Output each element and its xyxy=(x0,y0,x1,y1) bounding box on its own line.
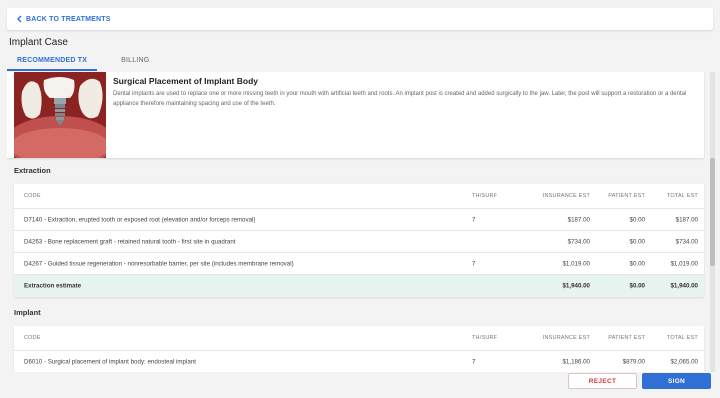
insurance-estimate: $1,019.00 xyxy=(562,260,590,267)
extraction-estimate-row: Extraction estimate $1,940.00 $0.00 $1,9… xyxy=(14,275,704,297)
table-row[interactable]: D6010 - Surgical placement of implant bo… xyxy=(14,351,704,372)
table-row[interactable]: D7140 - Extraction, erupted tooth or exp… xyxy=(14,209,704,231)
insurance-estimate: $734.00 xyxy=(567,238,590,245)
implant-illustration xyxy=(14,72,106,158)
tooth-surface: 7 xyxy=(472,358,476,365)
reject-button[interactable]: REJECT xyxy=(568,373,637,389)
column-header-th-surf: TH/SURF xyxy=(472,335,498,341)
column-header-th-surf: TH/SURF xyxy=(472,193,498,199)
tooth-surface: 7 xyxy=(472,216,476,223)
extraction-section-title: Extraction xyxy=(14,166,51,175)
implant-section-title: Implant xyxy=(14,308,41,317)
estimate-insurance: $1,940.00 xyxy=(562,282,590,290)
table-row[interactable]: D4267 - Guided tissue regeneration - non… xyxy=(14,253,704,275)
scrollbar-thumb[interactable] xyxy=(710,158,715,266)
tab-bar: RECOMMENDED TX BILLING xyxy=(7,53,159,71)
patient-estimate: $0.00 xyxy=(629,216,645,223)
column-header-code: CODE xyxy=(24,335,41,341)
patient-estimate: $0.00 xyxy=(629,238,645,245)
page-title: Implant Case xyxy=(9,37,68,48)
tooth-surface: 7 xyxy=(472,260,476,267)
total-estimate: $734.00 xyxy=(675,238,698,245)
column-header-total-est: TOTAL EST xyxy=(666,335,698,341)
procedure-code: D4267 - Guided tissue regeneration - non… xyxy=(24,260,294,267)
insurance-estimate: $1,186.00 xyxy=(562,358,590,365)
column-header-total-est: TOTAL EST xyxy=(666,193,698,199)
tab-recommended-tx[interactable]: RECOMMENDED TX xyxy=(7,53,98,71)
sign-button[interactable]: SIGN xyxy=(642,373,711,389)
back-to-treatments-link[interactable]: BACK TO TREATMENTS xyxy=(16,15,111,23)
column-header-patient-est: PATIENT EST xyxy=(608,335,645,341)
column-header-insurance-est: INSURANCE EST xyxy=(542,193,590,199)
procedure-code: D7140 - Extraction, erupted tooth or exp… xyxy=(24,216,256,223)
column-header-code: CODE xyxy=(24,193,41,199)
estimate-label: Extraction estimate xyxy=(24,282,82,290)
chevron-left-icon xyxy=(17,15,22,23)
table-header: CODE TH/SURF INSURANCE EST PATIENT EST T… xyxy=(14,184,704,209)
column-header-insurance-est: INSURANCE EST xyxy=(542,335,590,341)
extraction-table: CODE TH/SURF INSURANCE EST PATIENT EST T… xyxy=(14,184,704,297)
tab-billing[interactable]: BILLING xyxy=(111,53,159,71)
patient-estimate: $0.00 xyxy=(629,260,645,267)
treatment-title: Surgical Placement of Implant Body xyxy=(113,76,259,86)
total-estimate: $187.00 xyxy=(675,216,698,223)
column-header-patient-est: PATIENT EST xyxy=(608,193,645,199)
top-bar: BACK TO TREATMENTS xyxy=(7,8,713,30)
estimate-total: $1,940.00 xyxy=(670,282,698,290)
total-estimate: $1,019.00 xyxy=(670,260,698,267)
procedure-code: D6010 - Surgical placement of implant bo… xyxy=(24,358,196,365)
treatment-card: Surgical Placement of Implant Body Denta… xyxy=(7,72,704,158)
procedure-code: D4263 - Bone replacement graft - retaine… xyxy=(24,238,236,245)
content-scroll-area[interactable]: Surgical Placement of Implant Body Denta… xyxy=(7,72,709,372)
insurance-estimate: $187.00 xyxy=(567,216,590,223)
treatment-description: Dental implants are used to replace one … xyxy=(113,91,687,107)
total-estimate: $2,065.00 xyxy=(670,358,698,365)
table-row[interactable]: D4263 - Bone replacement graft - retaine… xyxy=(14,231,704,253)
implant-table: CODE TH/SURF INSURANCE EST PATIENT EST T… xyxy=(14,326,704,372)
estimate-patient: $0.00 xyxy=(629,282,645,290)
back-link-label: BACK TO TREATMENTS xyxy=(26,15,111,23)
table-header: CODE TH/SURF INSURANCE EST PATIENT EST T… xyxy=(14,326,704,351)
patient-estimate: $879.00 xyxy=(622,358,645,365)
